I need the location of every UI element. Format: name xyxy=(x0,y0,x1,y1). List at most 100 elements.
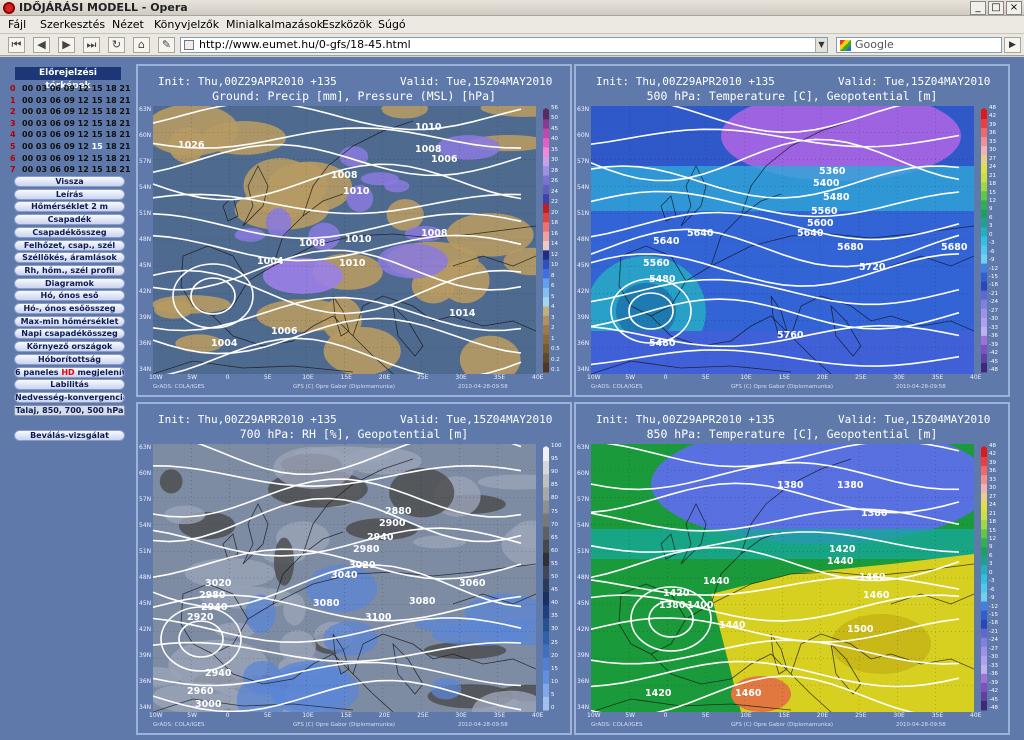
colorbar-label: -6 xyxy=(989,248,995,255)
close-button[interactable]: × xyxy=(1006,1,1022,15)
latitude-label: 60N xyxy=(139,132,152,139)
forecast-day-row[interactable]: 4 00 03 06 09 12 15 18 21 xyxy=(10,129,131,140)
address-field[interactable]: http://www.eumet.hu/0-gfs/18-45.html xyxy=(180,37,828,53)
current-hour[interactable]: 15 xyxy=(89,142,106,151)
sidebar-button-10[interactable]: Hó-, ónos esőösszeg xyxy=(14,303,125,314)
contour-label: 1380 xyxy=(837,480,864,491)
forecast-day-row[interactable]: 1 00 03 06 09 12 15 18 21 xyxy=(10,95,131,106)
menu-widgets[interactable]: Minialkalmazások xyxy=(226,18,323,31)
sidebar-button-3[interactable]: Csapadék xyxy=(14,214,125,226)
maximize-button[interactable]: □ xyxy=(988,1,1004,15)
address-dropdown-icon[interactable]: ▼ xyxy=(815,38,827,52)
longitude-label: 10E xyxy=(302,374,314,381)
colorbar-label: -27 xyxy=(989,307,998,314)
sidebar-button-hd[interactable]: 6 paneles HD megjelenítő xyxy=(14,366,125,378)
search-field[interactable]: Google xyxy=(836,37,1002,53)
forecast-day-row[interactable]: 3 00 03 06 09 12 15 18 21 xyxy=(10,118,131,129)
colorbar-label: 100 xyxy=(551,443,562,449)
contour-label: 1420 xyxy=(829,544,856,555)
colorbar-label: 16 xyxy=(551,230,558,237)
sidebar-button-8[interactable]: Diagramok xyxy=(14,277,125,289)
longitude-label: 15E xyxy=(340,712,352,719)
rewind-icon[interactable]: ⏮ xyxy=(8,37,25,53)
sidebar-button-6[interactable]: Széllökés, áramlások xyxy=(14,252,125,264)
colorbar-label: 6 xyxy=(551,283,555,290)
weather-map-h850: 1380 1380138014201440144014201380 14001440… xyxy=(591,444,974,712)
gfs-credit: GFS (C) Opre Gabor (Diplomamunka) xyxy=(293,384,395,390)
sidebar-button-13[interactable]: Környező országok xyxy=(14,341,125,353)
sidebar-button-7[interactable]: Rh, hőm., szél profil xyxy=(14,264,125,276)
menu-help[interactable]: Súgó xyxy=(378,18,406,31)
hour-links[interactable]: 00 03 06 09 12 15 18 21 xyxy=(22,154,131,163)
forecast-day-row[interactable]: 0 00 03 06 09 12 15 18 21 xyxy=(10,83,131,94)
sidebar-button-b1[interactable]: Nedvesség-konvergencia xyxy=(14,391,125,403)
sidebar-button-b0[interactable]: Labilitás xyxy=(14,379,125,391)
sidebar-button-2[interactable]: Hőmérséklet 2 m xyxy=(14,201,125,213)
minimize-button[interactable]: _ xyxy=(970,1,986,15)
longitude-label: 15E xyxy=(778,374,790,381)
address-url: http://www.eumet.hu/0-gfs/18-45.html xyxy=(199,38,411,51)
longitude-label: 35E xyxy=(493,374,506,381)
latitude-label: 54N xyxy=(577,522,590,529)
sidebar-button-14[interactable]: Hóborítottság xyxy=(14,353,125,365)
menu-file[interactable]: Fájl xyxy=(8,18,26,31)
sidebar-button-4[interactable]: Csapadékösszeg xyxy=(14,226,125,238)
sidebar-button-5[interactable]: Felhőzet, csap., szél xyxy=(14,239,125,251)
menu-edit[interactable]: Szerkesztés xyxy=(40,18,105,31)
latitude-label: 48N xyxy=(577,574,590,581)
colorbar-label: -21 xyxy=(989,628,998,635)
init-label: Init: Thu,00Z29APR2010 +135 xyxy=(158,413,337,426)
reload-icon[interactable]: ↻ xyxy=(108,37,125,53)
sidebar-button-9[interactable]: Hó, ónos eső xyxy=(14,290,125,302)
sidebar-button-1[interactable]: Leírás xyxy=(14,188,125,200)
sidebar-button-0[interactable]: Vissza xyxy=(14,176,125,187)
contour-label: 1010 xyxy=(415,122,442,133)
longitude-label: 30E xyxy=(893,712,905,719)
latitude-label: 39N xyxy=(139,314,152,321)
sidebar-button-12[interactable]: Napi csapadékösszeg xyxy=(14,328,125,340)
forecast-day-row[interactable]: 5 00 03 06 09 12 15 18 21 xyxy=(10,141,131,152)
colorbar-label: 85 xyxy=(551,482,558,489)
colorbar-label: -15 xyxy=(989,274,998,281)
home-icon[interactable]: ⌂ xyxy=(133,37,150,53)
hour-links[interactable]: 00 03 06 09 12 15 18 21 xyxy=(22,84,131,93)
sidebar-button-11[interactable]: Max-min hőmérséklet xyxy=(14,315,125,327)
contour-label: 3020 xyxy=(205,578,232,589)
colorbar-label: 9 xyxy=(989,206,993,213)
wand-icon[interactable]: ✎ xyxy=(158,37,175,53)
hour-links[interactable]: 00 03 06 09 12 15 18 21 xyxy=(22,165,131,174)
hour-links[interactable]: 00 03 06 09 12 15 18 21 xyxy=(22,107,131,116)
latitude-label: 42N xyxy=(139,288,152,295)
sidebar-button-selected[interactable]: Talaj, 850, 700, 500 hPa xyxy=(14,404,125,416)
credit-line: GrADS: COLA/IGES GFS (C) Opre Gabor (Dipl… xyxy=(153,722,543,728)
colorbar-label: 18 xyxy=(551,220,558,227)
latitude-label: 48N xyxy=(139,574,152,581)
colorbar-label: 45 xyxy=(551,587,558,594)
menu-bookmarks[interactable]: Könyvjelzők xyxy=(154,18,219,31)
longitude-label: 5E xyxy=(263,374,272,381)
longitude-label: 15E xyxy=(340,374,352,381)
forecast-day-row[interactable]: 6 00 03 06 09 12 15 18 21 xyxy=(10,153,131,164)
search-go-icon[interactable]: ▶ xyxy=(1004,37,1021,53)
back-icon[interactable]: ◀ xyxy=(33,37,50,53)
forecast-day-row[interactable]: 7 00 03 06 09 12 15 18 21 xyxy=(10,164,131,175)
panel-title: 700 hPa: RH [%], Geopotential [m] xyxy=(239,427,469,441)
evaluation-button[interactable]: Beválás-vizsgálat xyxy=(14,430,125,442)
colorbar-label: 70 xyxy=(551,521,558,528)
hour-links[interactable]: 00 03 06 09 12 xyxy=(22,142,89,151)
hour-links[interactable]: 00 03 06 09 12 15 18 21 xyxy=(22,96,131,105)
fast-forward-icon[interactable]: ⏭ xyxy=(83,37,100,53)
contour-label: 5640 xyxy=(653,236,680,247)
colorbar-label: 30 xyxy=(989,485,996,492)
hour-links[interactable]: 00 03 06 09 12 15 18 21 xyxy=(22,130,131,139)
day-number: 4 xyxy=(10,130,16,140)
menu-tools[interactable]: Eszközök xyxy=(322,18,372,31)
hour-links[interactable]: 00 03 06 09 12 15 18 21 xyxy=(22,119,131,128)
forecast-day-row[interactable]: 2 00 03 06 09 12 15 18 21 xyxy=(10,106,131,117)
hour-links[interactable]: 18 21 xyxy=(106,142,131,151)
longitude-label: 30E xyxy=(455,712,467,719)
forward-icon[interactable]: ▶ xyxy=(58,37,75,53)
menu-view[interactable]: Nézet xyxy=(112,18,144,31)
longitude-labels: 10W 5W 0 5E 10E 15E 20E 25E 30E 35E 40E xyxy=(149,374,543,384)
contour-label: 2900 xyxy=(379,518,406,529)
